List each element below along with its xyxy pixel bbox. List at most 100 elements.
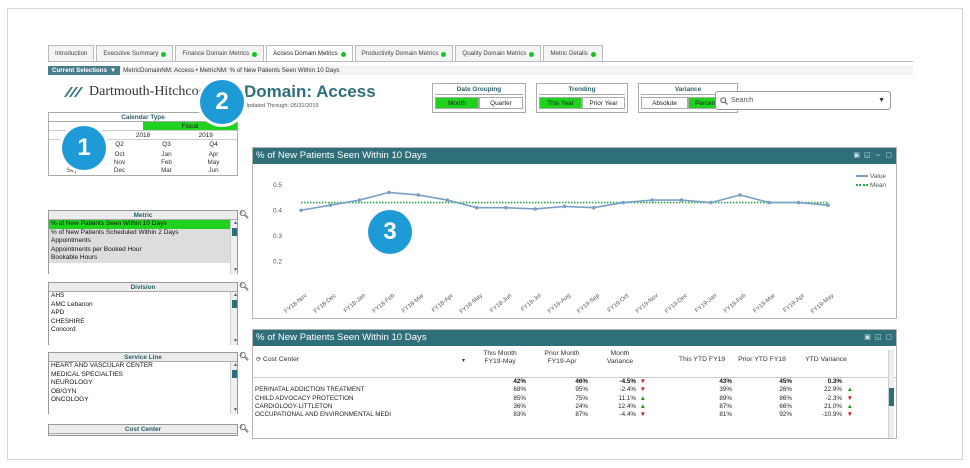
scroll-down-icon[interactable]: ▼ — [231, 338, 237, 345]
metric-table-title: % of New Patients Seen Within 10 Days — [256, 332, 427, 343]
list-scrollbar[interactable]: ▲▼ — [230, 292, 237, 345]
tab-executive-summary[interactable]: Executive Summary — [96, 45, 174, 62]
cost-center-search-icon[interactable]: 🔍︎ — [239, 424, 249, 433]
month-option-feb[interactable]: Feb — [143, 159, 190, 167]
scroll-down-icon[interactable]: ▼ — [231, 267, 237, 274]
list-item[interactable]: ONCOLOGY — [49, 396, 237, 405]
pm-cell: 87% — [575, 411, 588, 419]
list-item[interactable]: Bookable Hours — [49, 254, 237, 263]
month-option-jun[interactable]: Jun — [190, 167, 237, 175]
month-variance-down-arrow-icon: ▼ — [639, 411, 646, 419]
scroll-thumb[interactable] — [232, 370, 237, 378]
pm-cell: 75% — [575, 394, 588, 402]
cost-center-header[interactable]: ⟳ Cost Center — [256, 356, 299, 364]
current-selections-bar[interactable]: Current Selections ▼ MetricDomainNM: Acc… — [48, 66, 913, 75]
prior-month-header[interactable]: Prior Month FY19-Apr — [536, 350, 588, 366]
panel-tools-icon[interactable]: ▣ ◱ ⇔ ▢ — [853, 148, 893, 164]
table-scrollbar[interactable] — [888, 350, 894, 438]
current-selections-label[interactable]: Current Selections ▼ — [48, 66, 121, 75]
division-list: AHSAMC LebanonAPDCHESHIREConcord▲▼ — [49, 292, 237, 345]
mv-cell: -4.4% — [619, 411, 636, 419]
tm-cell: 42% — [513, 378, 526, 385]
tab-label: Access Domain Metrics — [273, 50, 338, 57]
prior-ytd-header[interactable]: Prior YTD FY18 — [732, 356, 792, 364]
tab-introduction[interactable]: Introduction — [48, 45, 95, 62]
table-row[interactable]: CARDIOLOGY-LITTLETON 36% 24% 12.4% 87% 66% 21.… — [252, 403, 897, 411]
tab-access-domain-metrics[interactable]: Access Domain Metrics — [266, 45, 353, 62]
quarter-q3[interactable]: Q3 — [143, 140, 190, 149]
list-item[interactable]: Concord — [49, 326, 237, 335]
metric-search-icon[interactable]: 🔍︎ — [239, 210, 249, 219]
trend-line-chart[interactable]: 0.50.40.30.2FY18-Nov FY18-Dec FY18-Jan FY18… — [253, 164, 898, 319]
x-tick-label: FY18-Nov — [284, 293, 309, 315]
list-item[interactable]: % of New Patients Scheduled Within 2 Day… — [49, 228, 237, 238]
mv-cell: 11.1% — [618, 394, 636, 402]
list-item[interactable]: Appointments per Booked Hour — [49, 245, 237, 255]
month-variance-header[interactable]: Month Variance — [598, 350, 642, 366]
list-item[interactable]: Appointments — [49, 237, 237, 246]
year-2018-option[interactable]: 2018 — [112, 131, 175, 139]
scroll-thumb[interactable] — [232, 228, 237, 236]
this-ytd-header[interactable]: This YTD FY19 — [672, 356, 732, 364]
ty-cell: 89% — [719, 394, 732, 402]
table-scroll-thumb[interactable] — [889, 388, 894, 406]
year-2019-option[interactable]: 2019 — [174, 131, 237, 139]
x-tick-label: FY18-Jan — [343, 293, 367, 314]
cost-center-sort-icon[interactable]: ▾ — [462, 357, 465, 365]
list-item[interactable]: AMC Lebanon — [49, 301, 237, 310]
absolute-option[interactable]: Absolute — [641, 97, 688, 109]
list-item[interactable]: APD — [49, 309, 237, 318]
list-item[interactable]: CHESHIRE — [49, 318, 237, 327]
filter-funnel-icon[interactable]: ▼ — [110, 66, 116, 75]
this-month-header[interactable]: This Month FY19-May — [474, 350, 526, 366]
list-item[interactable]: MEDICAL SPECIALTIES — [49, 371, 237, 380]
list-item[interactable]: % of New Patients Seen Within 10 Days — [49, 220, 237, 229]
list-item[interactable]: AHS — [49, 292, 237, 301]
month-option-jan[interactable]: Jan — [143, 151, 190, 159]
tab-quality-domain-metrics[interactable]: Quality Domain Metrics — [455, 45, 542, 62]
table-row[interactable]: PERINATAL ADDICTION TREATMENT 68% 95% -2.4%… — [252, 386, 897, 394]
service-line-search-icon[interactable]: 🔍︎ — [239, 352, 249, 361]
y-tick-label: 0.4 — [273, 207, 282, 214]
yv-cell: 21.0% — [824, 402, 842, 410]
search-input[interactable]: Search ▼ — [715, 91, 891, 110]
list-item[interactable]: OB/GYN — [49, 388, 237, 397]
tab-metric-details[interactable]: Metric Details — [543, 45, 603, 62]
value-data-point — [767, 200, 772, 205]
table-row[interactable]: CHILD ADVOCACY PROTECTION 85% 75% 11.1% 89% 8… — [252, 395, 897, 403]
date-grouping-title: Date Grouping — [435, 86, 523, 95]
list-item[interactable]: NEUROLOGY — [49, 379, 237, 388]
month-option[interactable]: Month — [435, 97, 479, 109]
metric-title: Metric — [133, 212, 153, 219]
scroll-up-icon[interactable]: ▲ — [231, 220, 237, 227]
month-option-mar[interactable]: Mar — [143, 167, 190, 175]
scroll-up-icon[interactable]: ▲ — [231, 362, 237, 369]
month-option-nov[interactable]: Nov — [96, 159, 143, 167]
search-dropdown-icon[interactable]: ▼ — [878, 97, 885, 104]
table-total-row[interactable]: 42% 46% -4.5% 43% 45% 0.3% ▼ — [252, 378, 897, 386]
prior-year-option[interactable]: Prior Year — [582, 97, 625, 109]
tab-finance-domain-metrics[interactable]: Finance Domain Metrics — [175, 45, 265, 62]
cost-center-title: Cost Center — [124, 426, 162, 433]
list-item[interactable]: HEART AND VASCULAR CENTER — [49, 362, 237, 371]
quarter-q4[interactable]: Q4 — [190, 140, 237, 149]
scroll-up-icon[interactable]: ▲ — [231, 292, 237, 299]
value-data-point — [357, 198, 362, 202]
table-row[interactable]: OCCUPATIONAL AND ENVIRONMENTAL MEDI 83% 87… — [252, 411, 897, 419]
month-option-dec[interactable]: Dec — [96, 167, 143, 175]
y-tick-label: 0.3 — [273, 233, 282, 240]
cost-center-filter-panel: Cost Center 🔍︎ — [48, 424, 249, 436]
this-year-option[interactable]: This Year — [539, 97, 582, 109]
list-scrollbar[interactable]: ▲▼ — [230, 220, 237, 274]
division-search-icon[interactable]: 🔍︎ — [239, 282, 249, 291]
tm-cell: 68% — [513, 386, 526, 394]
scroll-thumb[interactable] — [232, 300, 237, 308]
ytd-variance-header[interactable]: YTD Variance — [798, 356, 854, 364]
quarter-option[interactable]: Quarter — [479, 97, 523, 109]
search-placeholder: Search — [731, 97, 754, 104]
scroll-down-icon[interactable]: ▼ — [231, 407, 237, 414]
month-option-apr[interactable]: Apr — [190, 151, 237, 159]
tab-productivity-domain-metrics[interactable]: Productivity Domain Metrics — [354, 45, 454, 62]
month-option-may[interactable]: May — [190, 159, 237, 167]
list-scrollbar[interactable]: ▲▼ — [230, 362, 237, 414]
